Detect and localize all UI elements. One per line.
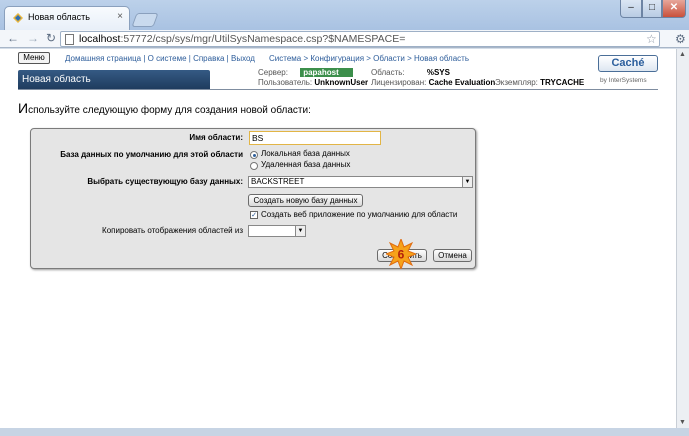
close-window-button[interactable]: ✕ xyxy=(662,0,686,18)
radio-remote-label: Удаленная база данных xyxy=(261,160,351,169)
cache-logo-button[interactable]: Caché xyxy=(598,55,658,72)
database-select-value: BACKSTREET xyxy=(251,177,305,186)
license-value: Cache Evaluation xyxy=(428,78,496,87)
minimize-button[interactable]: – xyxy=(620,0,642,18)
help-link[interactable]: Справка xyxy=(193,54,224,63)
tab-title: Новая область xyxy=(28,12,90,22)
step-number: 6 xyxy=(398,248,405,262)
address-bar[interactable]: localhost:57772/csp/sys/mgr/UtilSysNames… xyxy=(60,31,660,47)
breadcrumb-system[interactable]: Система xyxy=(269,54,301,63)
database-select[interactable]: BACKSTREET ▼ xyxy=(248,176,473,188)
breadcrumb-namespaces[interactable]: Области xyxy=(373,54,405,63)
breadcrumb: Система > Конфигурация > Области > Новая… xyxy=(269,54,469,63)
wrench-icon[interactable]: ⚙ xyxy=(675,32,686,46)
default-db-label: База данных по умолчанию для этой област… xyxy=(60,150,243,159)
page-title: Новая область xyxy=(18,70,210,89)
forward-arrow-icon[interactable]: → xyxy=(26,32,40,46)
divider xyxy=(18,89,658,90)
browser-tab[interactable]: Новая область × xyxy=(4,6,130,30)
maximize-button[interactable]: □ xyxy=(642,0,662,18)
breadcrumb-current[interactable]: Новая область xyxy=(414,54,469,63)
name-label: Имя области: xyxy=(189,133,243,142)
cache-favicon-icon xyxy=(13,13,23,23)
namespace-name-input[interactable]: BS xyxy=(249,131,381,145)
back-arrow-icon[interactable]: ← xyxy=(6,32,20,46)
instance-value: TRYCACHE xyxy=(540,78,585,87)
area-value: %SYS xyxy=(426,68,450,77)
top-links: Домашняя страница | О системе | Справка … xyxy=(65,54,255,63)
page-content: Меню Домашняя страница | О системе | Спр… xyxy=(0,49,676,428)
home-link[interactable]: Домашняя страница xyxy=(65,54,141,63)
reload-icon[interactable]: ↻ xyxy=(44,32,58,46)
radio-local-label: Локальная база данных xyxy=(261,149,350,158)
tab-close-icon[interactable]: × xyxy=(117,11,123,22)
intersystems-tagline: by InterSystems xyxy=(600,77,647,84)
server-value: papahost xyxy=(300,68,353,77)
radio-local-db[interactable] xyxy=(250,151,258,159)
step-number-badge-icon: 6 xyxy=(386,239,416,269)
copy-mappings-select[interactable]: ▼ xyxy=(248,225,306,237)
menu-button[interactable]: Меню xyxy=(18,52,50,64)
new-tab-button[interactable] xyxy=(131,13,159,27)
create-web-app-checkbox[interactable]: ✓ xyxy=(250,211,258,219)
dropdown-arrow-icon: ▼ xyxy=(462,177,472,187)
cancel-button[interactable]: Отмена xyxy=(433,249,472,262)
vertical-scrollbar[interactable]: ▲ ▼ xyxy=(676,49,689,428)
about-link[interactable]: О системе xyxy=(148,54,187,63)
bookmark-star-icon[interactable]: ☆ xyxy=(646,32,657,46)
scroll-up-arrow-icon[interactable]: ▲ xyxy=(679,51,686,58)
dropdown-arrow-icon: ▼ xyxy=(295,226,305,236)
user-info: Пользователь: UnknownUser xyxy=(258,78,369,87)
copy-mappings-label: Копировать отображения областей из xyxy=(102,226,243,235)
url-text: localhost:57772/csp/sys/mgr/UtilSysNames… xyxy=(79,33,406,45)
browser-toolbar: ← → ↻ localhost:57772/csp/sys/mgr/UtilSy… xyxy=(0,30,689,48)
scroll-down-arrow-icon[interactable]: ▼ xyxy=(679,419,686,426)
create-web-app-label: Создать веб приложение по умолчанию для … xyxy=(261,210,458,219)
radio-remote-db[interactable] xyxy=(250,162,258,170)
page-icon xyxy=(65,34,74,45)
instance-info: Экземпляр: TRYCACHE xyxy=(495,78,585,87)
logout-link[interactable]: Выход xyxy=(231,54,255,63)
choose-db-label: Выбрать существующую базу данных: xyxy=(87,177,243,186)
create-db-button[interactable]: Создать новую базу данных xyxy=(248,194,363,207)
instruction-text: Используйте следующую форму для создания… xyxy=(18,100,311,116)
area-info: Область: %SYS xyxy=(371,68,450,77)
user-value: UnknownUser xyxy=(314,78,369,87)
window-bottom-border xyxy=(0,428,689,436)
server-info: Сервер: papahost xyxy=(258,68,353,77)
browser-title-bar: Новая область × – □ ✕ xyxy=(0,0,689,30)
breadcrumb-config[interactable]: Конфигурация xyxy=(310,54,364,63)
license-info: Лицензирован: Cache Evaluation xyxy=(371,78,496,87)
